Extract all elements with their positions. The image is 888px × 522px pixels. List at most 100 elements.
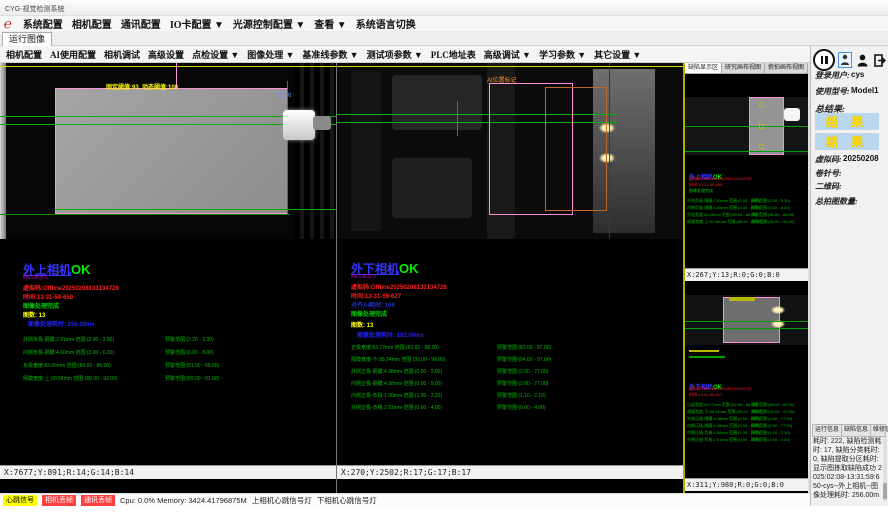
window-title: CYG-视觉检测系统 (5, 6, 65, 13)
cursor-status-bar-lower: X:270;Y:2502;R:17;G:17;B:17 (337, 465, 683, 479)
toolbar-item[interactable]: PLC地址表 (431, 48, 476, 61)
app-logo-icon: ℮ (2, 16, 13, 32)
tab-run-image[interactable]: 运行图像 (2, 32, 52, 46)
tab-defect-info[interactable]: 缺陷信息 (842, 425, 871, 436)
thumb-tab-research[interactable]: 研究画布视图 (722, 63, 765, 73)
result-ok: OK (71, 262, 91, 277)
thumb-done: 图像处理完成 (689, 188, 713, 194)
toolbar-item[interactable]: 学习参数 ▼ (539, 48, 586, 61)
process-done-text: 图像处理完成 (351, 309, 387, 318)
menu-item[interactable]: 光源控制配置 ▼ (233, 16, 305, 31)
tab-maintain-info[interactable]: 维修信息 (871, 425, 888, 436)
thumbnail-column: 缺陷显示区 研究画布视图 俯拍画布视图 外上相机OK (685, 63, 808, 493)
operator-user-button[interactable] (838, 52, 852, 68)
warning-range: 预警范围:(89.00 - 91.00) (165, 375, 219, 382)
shot-count-label: 总拍图数量: (815, 196, 858, 207)
pause-icon (821, 56, 824, 64)
dark-red-guide-line (609, 63, 610, 239)
measurement-row: 正极宽度:83.77mm 范围:(82.00 - 88.00) 预警范围:(83.… (351, 344, 681, 356)
image-edge-strip (0, 63, 6, 239)
thumb-connector (784, 108, 800, 121)
menu-bar: ℮ 系统配置相机配置通讯配置 IO卡配置 ▼ 光源控制配置 ▼ 查看 ▼ 系统语言切换 (0, 16, 888, 31)
measurement-value: 正极宽度:83.77mm 范围:(82.00 - 88.00) (351, 344, 439, 351)
result-box-upper: 结 果 (815, 113, 879, 130)
pause-button[interactable] (813, 49, 835, 71)
warning-range: 预警范围:(0.60 - 4.00) (497, 404, 546, 411)
thumb-row: 负极宽度:83.05mm 范围:(80.00 - 86.00)预警范围:(81.… (687, 212, 807, 219)
thumb-row: 内侧正极-负极:1.90mm 范围:(1.00 - 2.20)预警范围:(1.1… (687, 430, 807, 437)
thumb-tab-topview[interactable]: 俯拍画布视图 (765, 63, 808, 73)
pause-icon (825, 56, 828, 64)
camera-panel-lower: AI位置标记 外下相机OK MES状态:0 虚拟码:Offline2025020… (337, 63, 683, 479)
orange-roi-box (545, 87, 607, 211)
menu-item[interactable]: 通讯配置 (121, 16, 161, 31)
toolbar-item[interactable]: 图像处理 ▼ (247, 48, 294, 61)
green-guide-line (457, 101, 458, 136)
camera-image-upper[interactable]: 固定阈值:93, 动态阈值:100 宽:66 (0, 63, 336, 239)
toolbar-item[interactable]: 其它设置 ▼ (594, 48, 641, 61)
width-overlay-text: 宽:66 (277, 90, 291, 99)
admin-user-button[interactable] (855, 52, 869, 68)
warning-range: 预警范围:(83.00 - 87.00) (497, 344, 551, 351)
menu-item[interactable]: IO卡配置 ▼ (170, 16, 224, 31)
toolbar-item[interactable]: 高级设置 (148, 48, 184, 61)
green-guide-line (55, 209, 336, 210)
tab-run-info[interactable]: 运行信息 (813, 425, 842, 436)
yellow-guide-line (0, 66, 336, 67)
bottom-status-bar: 心跳信号 相机丢帧 通讯丢帧 Cpu: 0.0% Memory: 3424.41… (0, 493, 810, 506)
warning-range: 预警范围:(2.20 - 3.30) (165, 336, 214, 343)
toolbar-item[interactable]: 相机调试 (104, 48, 140, 61)
time-text: 时间:13-31-59-650 (23, 292, 73, 301)
window-titlebar: CYG-视觉检测系统 (0, 0, 888, 16)
measurement-value: 外侧正极-隔膜:4.38mm 范围:(0.00 - 9.00) (351, 368, 442, 375)
thumb-status-lower: X:311;Y:980;R:0;G:0;B:0 (685, 478, 808, 491)
log-scrollbar-thumb[interactable] (883, 483, 887, 499)
result-box-lower: 结 果 (815, 133, 879, 150)
toolbar-item[interactable]: 基准线参数 ▼ (302, 48, 358, 61)
measurement-row: 内侧正极-负极:1.90mm 范围:(1.00 - 2.20)预警范围:(1.1… (351, 392, 681, 404)
glow-spot (771, 306, 785, 314)
virtual-code-text: 虚拟码:Offline20250208133134728 (351, 282, 447, 291)
thumb-time: 时间:13-31-59-627 (689, 392, 722, 398)
measurement-value: 隔膜宽度-下:95.24mm 范围:(93.00 - 98.00) (351, 356, 445, 363)
toolbar-item[interactable]: 测试项参数 ▼ (367, 48, 423, 61)
menu-item[interactable]: 系统语言切换 (356, 16, 416, 31)
thumb-row: 隔膜宽度-上:90.56mm 范围:(88.00 - 92.00)预警范围:(8… (687, 219, 807, 226)
toolbar-item[interactable]: 点检设置 ▼ (192, 48, 239, 61)
thumbnail-upper[interactable]: 外上相机OK 虚拟码:Offline20250208133134728 时间:1… (685, 74, 808, 268)
virtual-code-label: 虚拟码: (815, 154, 842, 165)
tab-connector-tail (313, 116, 331, 130)
green-guide-line (685, 151, 808, 152)
measurement-value: 内侧负极-隔膜:4.60mm 范围:(3.00 - 6.00) (23, 349, 114, 356)
yellow-marker (689, 350, 719, 352)
thumb-tab-defect[interactable]: 缺陷显示区 (685, 63, 722, 73)
tab-connector (283, 110, 315, 140)
toolbar-item[interactable]: AI使用配置 (50, 48, 96, 61)
comm-drop-badge: 通讯丢帧 (81, 495, 115, 506)
thumb-rows: 正极宽度:83.77mm 范围:(82.00 - 88.00)预警范围:(83.… (687, 402, 807, 444)
lower-cam-heartbeat-label: 下相机心跳信号灯 (317, 495, 377, 506)
thumb-rows: 外侧负极-隔膜:2.91mm 范围:(2.00 - 3.50)预警范围:(2.2… (687, 198, 807, 226)
blue-guide-line (287, 81, 288, 214)
exit-door-icon (873, 54, 886, 67)
measurement-value: 外侧负极-隔膜:2.91mm 范围:(2.00 - 3.50) (23, 336, 114, 343)
menu-item[interactable]: 系统配置 (23, 16, 63, 31)
log-text: 耗时: 222, 缺陷检测耗时: 17, 缺陷分类耗时: 0, 缺陷提取分区耗时… (813, 437, 882, 501)
toolbar-item[interactable]: 高级调试 ▼ (484, 48, 531, 61)
camera-image-lower[interactable]: AI位置标记 (337, 63, 683, 239)
green-guide-line (685, 126, 808, 127)
green-guide-line (685, 328, 808, 329)
toolbar-item[interactable]: 相机配置 (6, 48, 42, 61)
measurement-value: 内侧正极-负极:1.90mm 范围:(1.00 - 2.20) (351, 392, 442, 399)
menu-item[interactable]: 相机配置 (72, 16, 112, 31)
process-time-text: 图像处理耗时: 256.00ms (28, 319, 95, 328)
menu-item[interactable]: 查看 ▼ (314, 16, 346, 31)
user-icon (840, 54, 850, 66)
log-scrollbar[interactable] (883, 437, 887, 501)
yellow-marker (759, 124, 764, 129)
thumbnail-lower[interactable]: 外下相机OK 虚拟码:Offline20250208133134728 时间:1… (685, 282, 808, 478)
exit-button[interactable] (872, 52, 886, 68)
measurement-value: 负极宽度:83.05mm 范围:(80.00 - 86.00) (23, 362, 111, 369)
user-dark-icon (857, 54, 868, 67)
thumb-status-upper: X:267;Y:13;R:0;G:0;B:0 (685, 268, 808, 281)
